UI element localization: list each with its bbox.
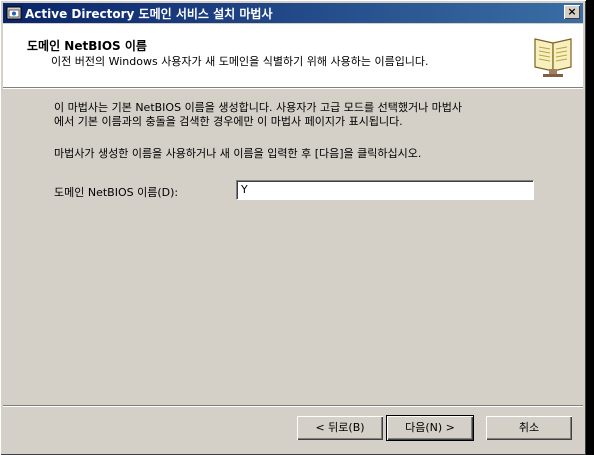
footer-divider: [3, 405, 583, 407]
book-icon: [534, 38, 572, 77]
description-line-1: 이 마법사는 기본 NetBIOS 이름을 생성합니다. 사용자가 고급 모드를…: [54, 101, 463, 114]
instruction-text: 마법사가 생성한 이름을 사용하거나 새 이름을 입력한 후 [다음]을 클릭하…: [54, 147, 422, 160]
window-title: Active Directory 도메인 서비스 설치 마법사: [25, 7, 273, 21]
netbios-name-label: 도메인 NetBIOS 이름(D):: [54, 186, 179, 199]
header-divider: [3, 87, 583, 89]
wizard-header: 도메인 NetBIOS 이름 이전 버전의 Windows 사용자가 새 도메인…: [3, 24, 583, 87]
page-subtitle: 이전 버전의 Windows 사용자가 새 도메인을 식별하기 위해 사용하는 …: [51, 55, 429, 68]
description-line-2: 에서 기본 이름과의 충돌을 검색한 경우에만 이 마법사 페이지가 표시됩니다…: [54, 115, 403, 128]
app-icon: [6, 6, 22, 20]
next-button[interactable]: 다음(N) >: [386, 415, 474, 441]
cancel-button[interactable]: 취소: [486, 416, 572, 440]
netbios-name-input[interactable]: Y: [236, 180, 534, 200]
back-button[interactable]: < 뒤로(B): [297, 416, 383, 440]
wizard-window: Active Directory 도메인 서비스 설치 마법사 × 도메인 Ne…: [0, 0, 586, 455]
close-button[interactable]: ×: [564, 5, 580, 19]
title-bar: Active Directory 도메인 서비스 설치 마법사 ×: [3, 3, 583, 23]
page-title: 도메인 NetBIOS 이름: [27, 39, 147, 53]
